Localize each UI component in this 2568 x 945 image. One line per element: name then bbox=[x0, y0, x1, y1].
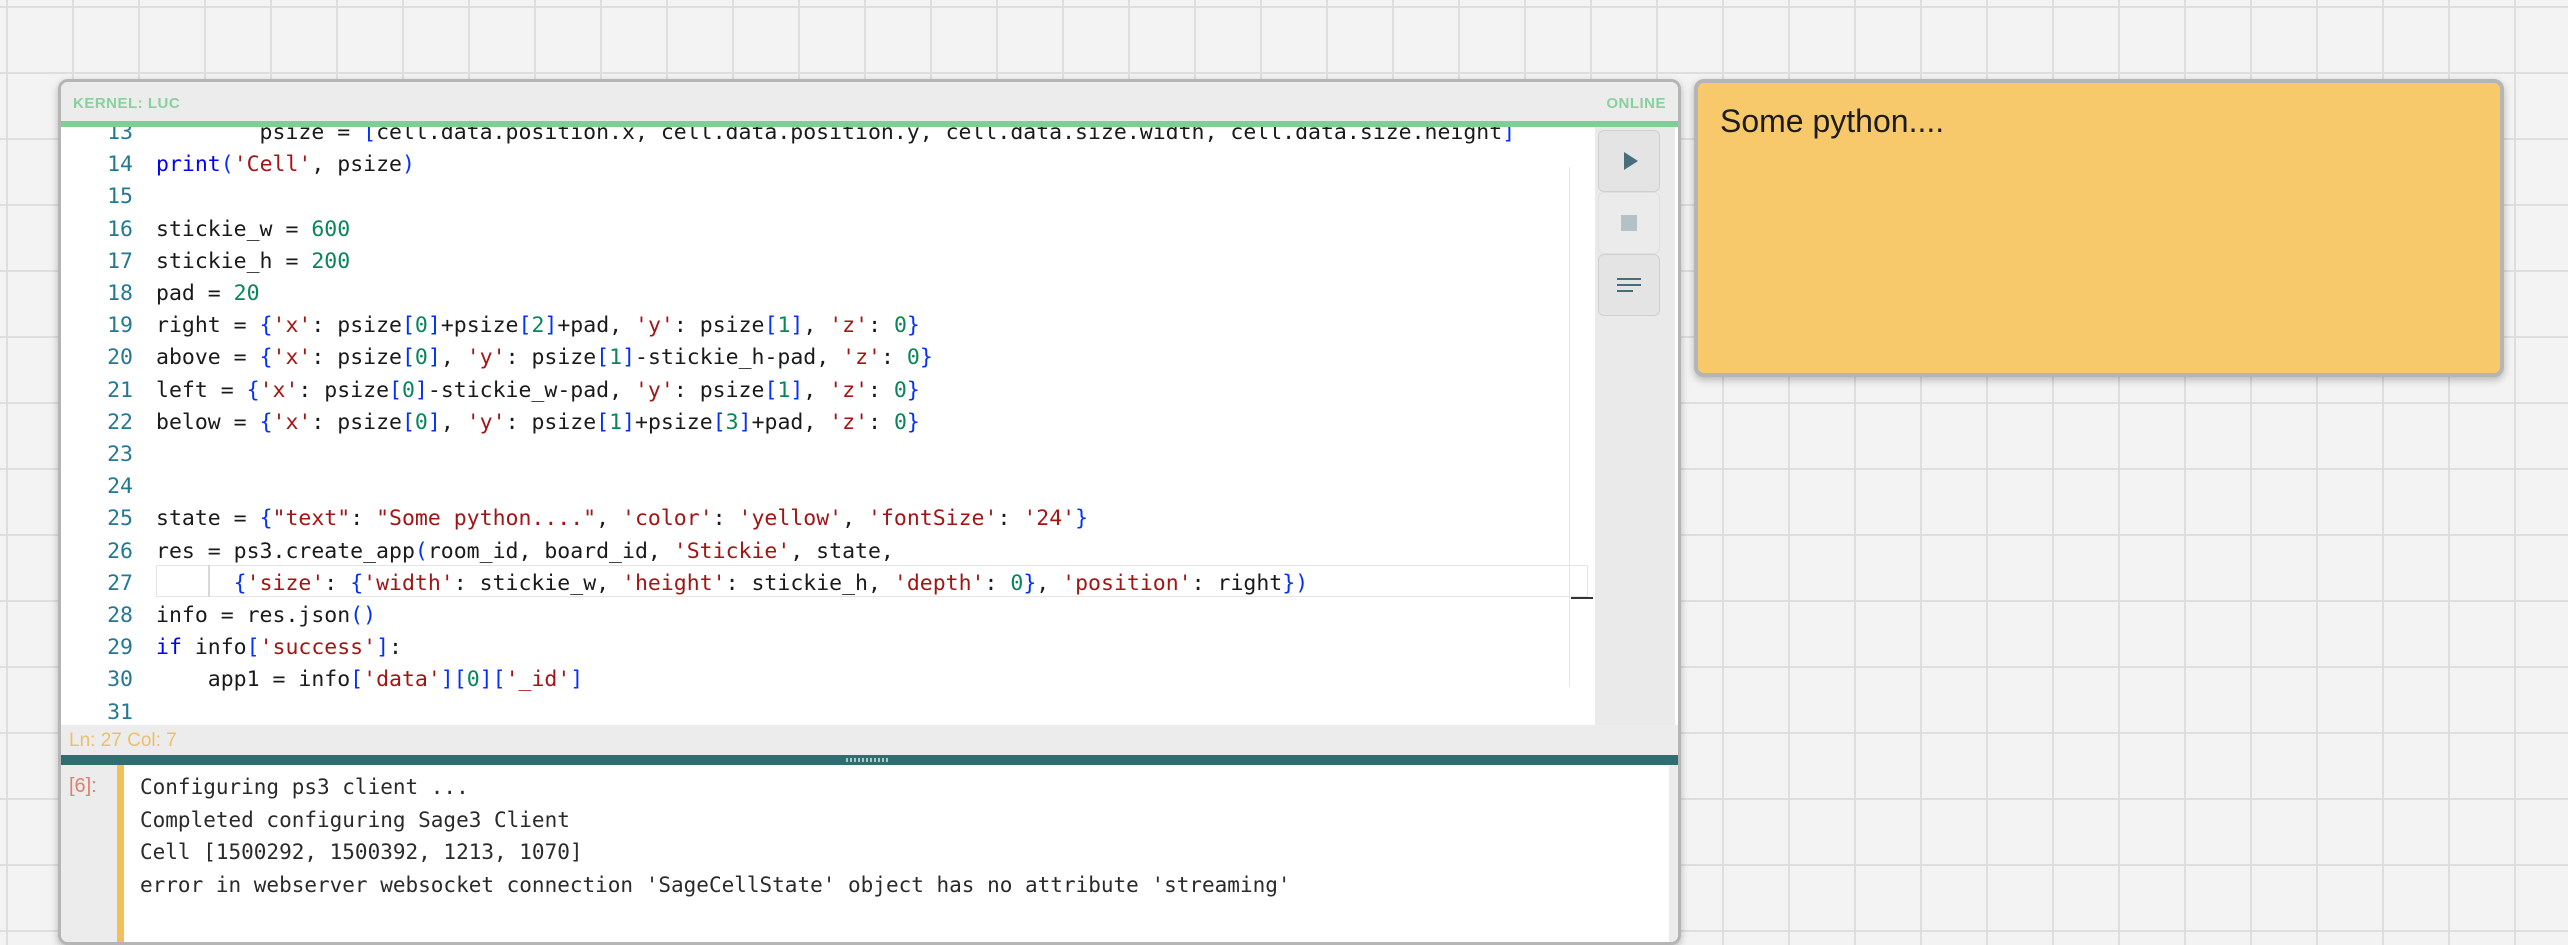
line-number: 25 bbox=[107, 506, 133, 532]
code-text: stickie_w = 600 bbox=[156, 216, 351, 242]
format-lines-icon bbox=[1617, 278, 1641, 296]
code-line[interactable]: 19 right = {'x': psize[0]+psize[2]+pad, '… bbox=[61, 310, 1595, 342]
cell-toolbar bbox=[1595, 127, 1675, 725]
code-text: res = ps3.create_app(room_id, board_id, … bbox=[156, 538, 894, 564]
stop-button[interactable] bbox=[1598, 192, 1660, 254]
run-button[interactable] bbox=[1598, 130, 1660, 192]
line-number: 14 bbox=[107, 152, 133, 178]
cursor-position: Ln: 27 Col: 7 bbox=[69, 730, 177, 751]
line-number: 23 bbox=[107, 442, 133, 467]
output-accent-bar bbox=[117, 765, 124, 942]
code-editor[interactable]: 13 psize = [cell.data.position.x, cell.d… bbox=[61, 127, 1595, 725]
line-number: 27 bbox=[107, 570, 133, 596]
stickie-text: Some python.... bbox=[1720, 103, 1945, 139]
code-line[interactable]: 24 bbox=[61, 471, 1595, 503]
code-line[interactable]: 13 psize = [cell.data.position.x, cell.d… bbox=[61, 127, 1595, 149]
code-line[interactable]: 25 state = {"text": "Some python....", 'c… bbox=[61, 503, 1595, 535]
output-prompt: [6]: bbox=[69, 775, 97, 797]
code-line[interactable]: 21 left = {'x': psize[0]-stickie_w-pad, '… bbox=[61, 375, 1595, 407]
code-text: if info['success']: bbox=[156, 635, 402, 661]
line-number: 13 bbox=[107, 127, 133, 145]
line-number: 18 bbox=[107, 281, 133, 306]
code-text: info = res.json() bbox=[156, 603, 377, 628]
code-line[interactable]: 26 res = ps3.create_app(room_id, board_id… bbox=[61, 536, 1595, 568]
code-text: stickie_h = 200 bbox=[156, 248, 351, 274]
line-number: 24 bbox=[107, 474, 133, 500]
code-text: pad = 20 bbox=[156, 281, 260, 306]
output-line: Cell [1500292, 1500392, 1213, 1070] bbox=[140, 840, 583, 864]
output-box: Configuring ps3 client ... Completed conf… bbox=[124, 765, 1669, 942]
line-number: 31 bbox=[107, 699, 133, 725]
code-line[interactable]: 20 above = {'x': psize[0], 'y': psize[1]-… bbox=[61, 342, 1595, 374]
cell-header: KERNEL: LUC ONLINE bbox=[61, 82, 1678, 127]
code-text: psize = [cell.data.position.x, cell.data… bbox=[156, 127, 1516, 145]
code-line[interactable]: 17 stickie_h = 200 bbox=[61, 246, 1595, 278]
output-line: error in webserver websocket connection … bbox=[140, 872, 1291, 897]
code-line[interactable]: 27 {'size': {'width': stickie_w, 'height… bbox=[61, 568, 1595, 600]
stop-icon bbox=[1621, 215, 1637, 231]
output-line: Completed configuring Sage3 Client bbox=[140, 807, 570, 832]
line-number: 19 bbox=[107, 313, 133, 339]
code-cell-window: KERNEL: LUC ONLINE 13 psize = [cell.data… bbox=[58, 79, 1681, 945]
code-text: below = {'x': psize[0], 'y': psize[1]+ps… bbox=[156, 409, 920, 435]
code-text: app1 = info['data'][0]['_id'] bbox=[156, 667, 584, 693]
code-line[interactable]: 29 if info['success']: bbox=[61, 632, 1595, 664]
code-line[interactable]: 30 app1 = info['data'][0]['_id'] bbox=[61, 664, 1595, 696]
code-line[interactable]: 31 bbox=[61, 697, 1595, 725]
code-text: {'size': {'width': stickie_w, 'height': … bbox=[233, 570, 1309, 596]
code-line[interactable]: 18 pad = 20 bbox=[61, 278, 1595, 310]
code-line[interactable]: 14 print('Cell', psize) bbox=[61, 149, 1595, 181]
status-bar: Ln: 27 Col: 7 bbox=[61, 725, 1678, 755]
output-area: [6]: Configuring ps3 client ... Completed… bbox=[61, 765, 1678, 942]
line-number: 29 bbox=[107, 635, 133, 661]
code-line[interactable]: 16 stickie_w = 600 bbox=[61, 214, 1595, 246]
code-line[interactable]: 15 bbox=[61, 181, 1595, 213]
code-text: state = {"text": "Some python....", 'col… bbox=[156, 506, 1089, 532]
code-line[interactable]: 23 bbox=[61, 439, 1595, 471]
line-number: 28 bbox=[107, 603, 133, 628]
code-text: above = {'x': psize[0], 'y': psize[1]-st… bbox=[156, 345, 933, 371]
format-button[interactable] bbox=[1598, 254, 1660, 316]
resize-splitter[interactable] bbox=[61, 755, 1678, 765]
line-number: 17 bbox=[107, 248, 133, 274]
drag-grip-icon bbox=[846, 758, 890, 762]
line-number: 16 bbox=[107, 216, 133, 242]
line-number: 30 bbox=[107, 667, 133, 693]
output-line: Configuring ps3 client ... bbox=[140, 775, 469, 799]
kernel-status: ONLINE bbox=[1606, 95, 1666, 112]
stickie-note[interactable]: Some python.... bbox=[1694, 79, 2504, 377]
code-text: left = {'x': psize[0]-stickie_w-pad, 'y'… bbox=[156, 377, 920, 403]
line-number: 15 bbox=[107, 184, 133, 210]
code-line[interactable]: 28 info = res.json() bbox=[61, 600, 1595, 632]
play-icon bbox=[1624, 152, 1638, 170]
line-number: 21 bbox=[107, 377, 133, 403]
code-line[interactable]: 22 below = {'x': psize[0], 'y': psize[1]+… bbox=[61, 407, 1595, 439]
kernel-label: KERNEL: LUC bbox=[73, 95, 181, 112]
code-text: right = {'x': psize[0]+psize[2]+pad, 'y'… bbox=[156, 313, 920, 339]
line-number: 22 bbox=[107, 409, 133, 435]
line-number: 26 bbox=[107, 538, 133, 564]
line-number: 20 bbox=[107, 345, 133, 371]
code-text: print('Cell', psize) bbox=[156, 152, 415, 178]
